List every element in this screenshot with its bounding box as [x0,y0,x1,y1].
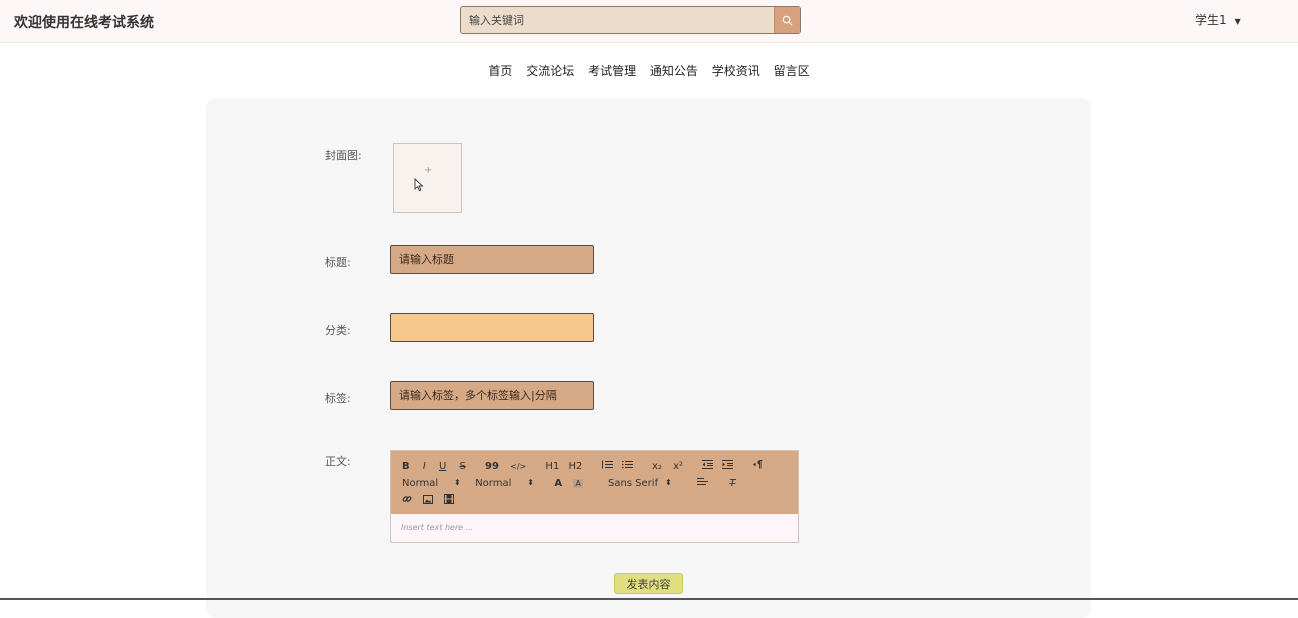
clear-format-icon: T̶ [729,478,736,489]
user-menu[interactable]: 学生1 ▼ [1195,11,1241,28]
strike-button[interactable]: S [459,461,465,472]
link-icon [402,496,412,502]
select-arrows-icon: ⬍ [664,478,672,487]
cover-upload[interactable]: + [393,143,462,213]
nav-item-message-board[interactable]: 留言区 [774,62,810,79]
nav-item-forum[interactable]: 交流论坛 [526,62,574,79]
ordered-list-button[interactable] [601,460,613,472]
bullet-list-button[interactable] [621,460,633,472]
italic-button[interactable]: I [423,461,426,472]
indent-button[interactable] [722,460,734,472]
text-direction-icon [752,460,763,469]
superscript-button[interactable]: x² [673,461,683,472]
cursor-icon [414,178,424,192]
background-color-icon: A [575,479,581,488]
header-select-value: Normal [475,478,512,489]
code-block-button[interactable]: </> [510,462,526,471]
header1-button[interactable]: H1 [545,461,559,472]
bold-button[interactable]: B [402,461,410,472]
bullet-list-icon [621,460,633,469]
search-box [460,6,801,34]
category-select[interactable] [390,313,594,342]
indent-icon [722,460,734,469]
video-button[interactable] [444,494,455,507]
body-label: 正文: [325,455,351,468]
link-button[interactable] [402,494,412,507]
size-select[interactable]: Normal ⬍ [402,478,472,489]
video-icon [444,494,455,504]
nav-item-announcements[interactable]: 通知公告 [650,62,698,79]
blockquote-button[interactable]: 99 [485,461,499,472]
outdent-icon [702,460,714,469]
top-bar: 欢迎使用在线考试系统 学生1 ▼ [0,0,1298,43]
cover-label: 封面图: [325,149,362,162]
clear-format-button[interactable]: T̶ [729,478,735,489]
title-label: 标题: [325,256,351,269]
header2-button[interactable]: H2 [569,461,583,472]
header-select[interactable]: Normal ⬍ [475,478,551,489]
underline-button[interactable]: U [439,461,446,472]
title-input[interactable] [390,245,594,274]
tags-label: 标签: [325,392,351,405]
search-button[interactable] [774,7,800,33]
align-icon [697,478,709,485]
submit-button[interactable]: 发表内容 [614,573,683,594]
search-input[interactable] [461,7,774,33]
editor-toolbar: B I U S 99 </> H1 H2 x₂ x² Normal ⬍ Norm… [391,451,798,514]
select-arrows-icon: ⬍ [527,478,534,487]
nav-item-school-news[interactable]: 学校资讯 [712,62,760,79]
chevron-down-icon: ▼ [1234,17,1241,26]
user-name: 学生1 [1195,13,1227,27]
ordered-list-icon [601,460,613,469]
editor-content[interactable]: Insert text here ... [391,514,798,542]
search-icon [782,15,793,25]
nav-item-home[interactable]: 首页 [488,62,512,79]
tags-input[interactable] [390,381,594,410]
subscript-button[interactable]: x₂ [652,461,662,472]
image-icon [423,495,434,504]
nav-item-exam-management[interactable]: 考试管理 [588,62,636,79]
font-color-icon: A [554,478,563,489]
image-button[interactable] [423,495,434,507]
text-direction-button[interactable] [752,460,763,472]
align-button[interactable] [697,477,709,489]
select-arrows-icon: ⬍ [454,478,461,487]
font-color-button[interactable]: A [554,478,562,489]
category-label: 分类: [325,324,351,337]
rich-text-editor: B I U S 99 </> H1 H2 x₂ x² Normal ⬍ Norm… [390,450,799,543]
plus-icon: + [424,165,433,176]
font-select-value: Sans Serif [607,478,659,489]
main-nav: 首页 交流论坛 考试管理 通知公告 学校资讯 留言区 [0,62,1298,79]
background-color-button[interactable]: A [573,479,583,488]
editor-placeholder: Insert text here ... [401,523,474,532]
font-select[interactable]: Sans Serif ⬍ [608,478,694,489]
size-select-value: Normal [402,478,439,489]
outdent-button[interactable] [702,460,714,472]
site-title: 欢迎使用在线考试系统 [14,15,154,31]
